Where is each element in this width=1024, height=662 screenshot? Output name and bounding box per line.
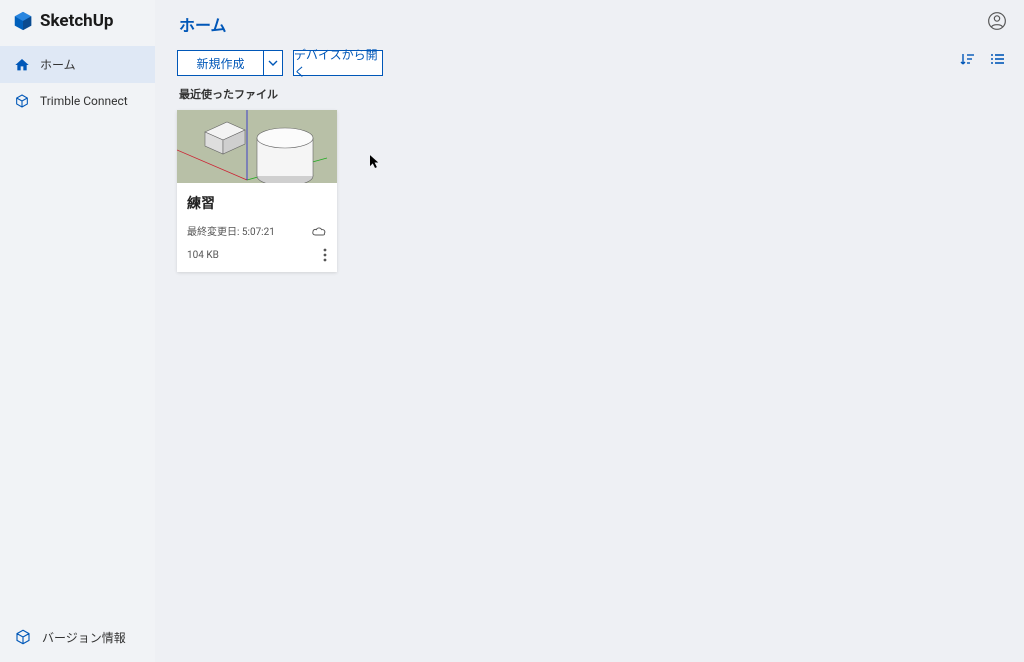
main-content: ホーム 新規作成 デバイスから開く 最近使ったファイル	[155, 0, 1024, 662]
sidebar-item-label: Trimble Connect	[40, 94, 128, 108]
recent-files-label: 最近使ったファイル	[171, 76, 1008, 110]
new-button[interactable]: 新規作成	[177, 50, 263, 76]
list-icon	[989, 51, 1005, 67]
page-title: ホーム	[171, 0, 1008, 50]
toolbar: 新規作成 デバイスから開く	[171, 50, 1008, 76]
cloud-icon	[311, 225, 327, 237]
file-card[interactable]: 練習 最終変更日: 5:07:21 104 KB	[177, 110, 337, 272]
file-card-body: 練習 最終変更日: 5:07:21 104 KB	[177, 183, 337, 272]
open-from-device-button[interactable]: デバイスから開く	[293, 50, 383, 76]
account-area	[986, 10, 1008, 32]
file-thumbnail	[177, 110, 337, 183]
sort-icon	[959, 51, 975, 67]
sort-view-button[interactable]	[956, 48, 978, 70]
user-circle-icon	[987, 11, 1007, 31]
account-button[interactable]	[986, 10, 1008, 32]
sidebar-item-label: ホーム	[40, 56, 76, 73]
logo: SketchUp	[0, 0, 155, 46]
mouse-cursor	[370, 155, 381, 170]
cube-icon	[14, 93, 30, 109]
sidebar-version-info[interactable]: バージョン情報	[0, 618, 155, 662]
brand-name: SketchUp	[40, 11, 113, 31]
sketchup-logo-icon	[12, 10, 34, 32]
list-view-button[interactable]	[986, 48, 1008, 70]
nav-list: ホーム Trimble Connect	[0, 46, 155, 618]
file-size: 104 KB	[187, 250, 219, 261]
view-toggle-group	[956, 48, 1008, 70]
new-button-group: 新規作成	[177, 50, 283, 76]
sidebar: SketchUp ホーム Trimble Connect バージョン情報	[0, 0, 155, 662]
file-modified: 最終変更日: 5:07:21	[187, 223, 275, 238]
version-info-label: バージョン情報	[42, 629, 126, 646]
new-dropdown-button[interactable]	[263, 50, 283, 76]
sidebar-item-home[interactable]: ホーム	[0, 46, 155, 83]
chevron-down-icon	[268, 58, 278, 68]
sketchup-small-icon	[14, 628, 32, 646]
file-title: 練習	[187, 193, 327, 213]
sidebar-item-trimble-connect[interactable]: Trimble Connect	[0, 83, 155, 119]
home-icon	[14, 57, 30, 73]
more-vertical-icon[interactable]	[323, 248, 327, 262]
